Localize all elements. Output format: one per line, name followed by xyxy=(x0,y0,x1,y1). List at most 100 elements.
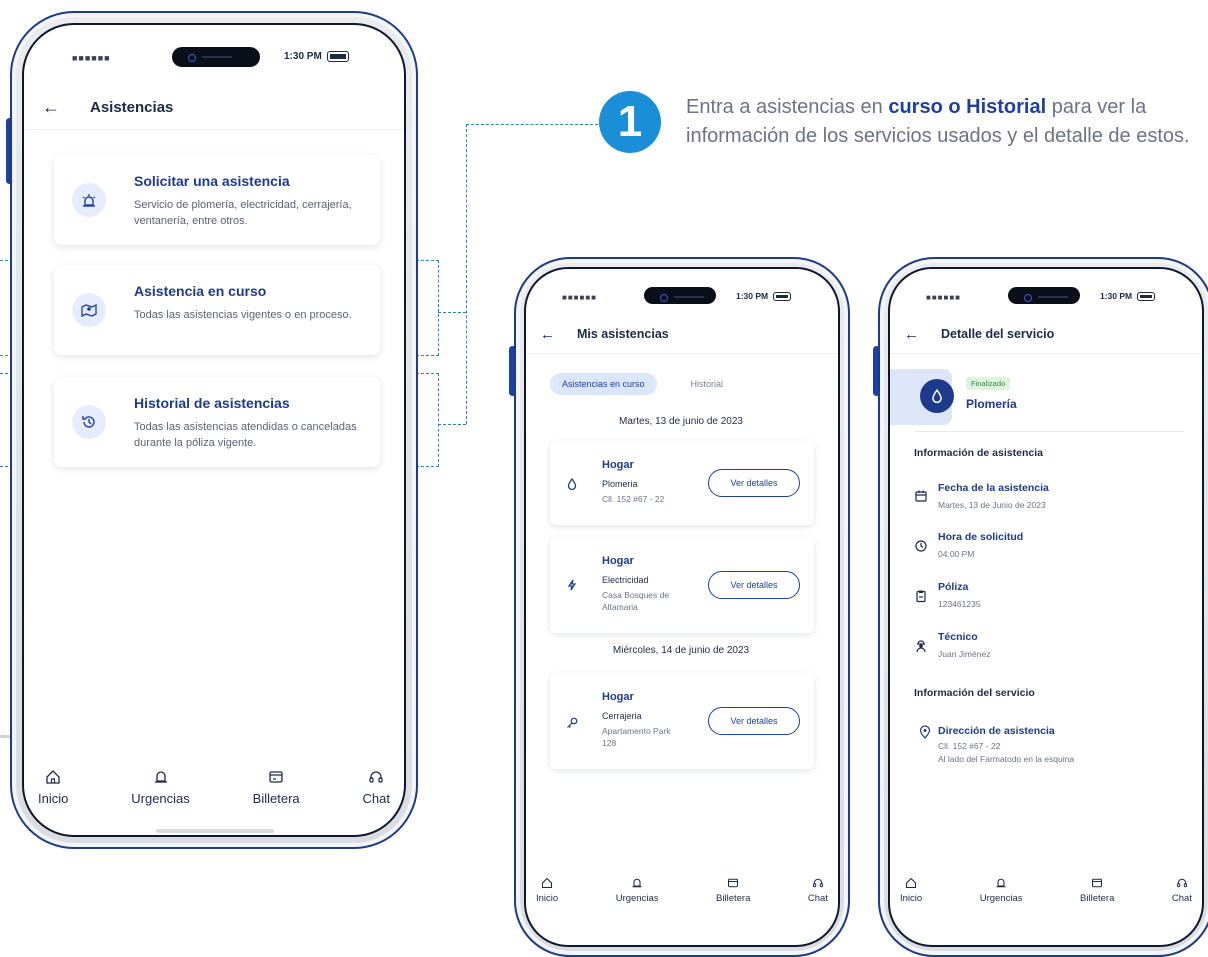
connector-vertical xyxy=(466,124,467,424)
ver-detalles-button[interactable]: Ver detalles xyxy=(708,707,800,735)
field-label: Póliza xyxy=(938,581,969,593)
assistance-card[interactable]: Hogar Electricidad Casa Bosques de Altam… xyxy=(550,537,814,633)
nav-inicio[interactable]: Inicio xyxy=(536,877,558,904)
clipboard-icon xyxy=(916,590,926,603)
drop-icon xyxy=(920,379,954,413)
clock-icon xyxy=(915,540,927,552)
back-arrow-icon[interactable]: ← xyxy=(904,326,919,343)
home-indicator xyxy=(156,829,274,833)
address: Apartamento Park 128 xyxy=(602,726,671,748)
back-arrow-icon[interactable]: ← xyxy=(42,97,60,118)
assistance-card[interactable]: Hogar Cerrajeria Apartamento Park 128 Ve… xyxy=(550,673,814,769)
section-title: Información del servicio xyxy=(914,687,1035,699)
field-value: 123461235 xyxy=(938,599,981,609)
service-header: Finalizado Plomería xyxy=(890,369,1190,425)
technician-icon xyxy=(916,640,926,653)
step-highlight: curso o Historial xyxy=(888,96,1047,118)
connector-top xyxy=(466,124,598,125)
page-title: Mis asistencias xyxy=(577,327,669,341)
category: Hogar xyxy=(602,555,634,567)
field-label: Técnico xyxy=(938,631,978,643)
notch xyxy=(1008,287,1080,304)
date-label: Martes, 13 de junio de 2023 xyxy=(619,416,743,427)
history-icon xyxy=(72,405,106,439)
nav-chat[interactable]: Chat xyxy=(808,877,828,904)
key-icon xyxy=(562,713,582,733)
wallet-icon xyxy=(1092,878,1103,888)
card-solicitar-asistencia[interactable]: Solicitar una asistencia Servicio de plo… xyxy=(54,155,380,245)
nav-urgencias[interactable]: Urgencias xyxy=(131,769,190,806)
nav-billetera[interactable]: Billetera xyxy=(716,877,750,904)
tab-en-curso[interactable]: Asistencias en curso xyxy=(550,373,657,395)
bolt-icon xyxy=(562,575,582,595)
address: Casa Bosques de Altamaria xyxy=(602,590,670,612)
headset-icon xyxy=(369,771,383,783)
siren-icon xyxy=(632,878,642,888)
field-label: Dirección de asistencia xyxy=(938,725,1055,737)
card-description: Todas las asistencias vigentes o en proc… xyxy=(134,309,352,321)
step-description: Entra a asistencias en curso o Historial… xyxy=(686,96,1190,147)
location-pin-icon xyxy=(919,725,931,739)
screen: ■■■■■■ 1:30 PM ← Asistencias Solicitar u… xyxy=(22,23,406,837)
status-badge: Finalizado xyxy=(966,377,1011,390)
header: ← Asistencias xyxy=(24,85,404,130)
divider xyxy=(914,431,1184,432)
card-title: Historial de asistencias xyxy=(134,395,290,411)
home-icon xyxy=(46,770,60,784)
calendar-icon xyxy=(915,490,927,502)
header: ← Detalle del servicio xyxy=(890,315,1202,354)
back-arrow-icon[interactable]: ← xyxy=(540,326,555,343)
service-name: Electricidad xyxy=(602,575,649,585)
step-number-badge: 1 xyxy=(599,91,661,153)
siren-icon xyxy=(72,183,106,217)
bottom-nav: Inicio Urgencias Billetera Chat xyxy=(526,877,838,904)
field-label: Hora de solicitud xyxy=(938,531,1024,543)
battery-icon xyxy=(773,292,792,302)
clock: 1:30 PM xyxy=(736,291,792,302)
tabs: Asistencias en curso Historial xyxy=(550,373,735,395)
nav-urgencias[interactable]: Urgencias xyxy=(980,877,1023,904)
notch xyxy=(172,47,260,67)
drop-icon xyxy=(562,474,582,494)
ver-detalles-button[interactable]: Ver detalles xyxy=(708,469,800,497)
screen: ■■■■■■ 1:30 PM ← Mis asistencias Asisten… xyxy=(524,267,840,947)
nav-chat[interactable]: Chat xyxy=(1172,877,1192,904)
home-icon xyxy=(542,877,553,889)
field-value: 04:00 PM xyxy=(938,549,975,559)
nav-inicio[interactable]: Inicio xyxy=(900,877,922,904)
carrier-signal: ■■■■■■ xyxy=(72,53,111,63)
connector-mid xyxy=(438,312,466,313)
ver-detalles-button[interactable]: Ver detalles xyxy=(708,571,800,599)
connector-bottom xyxy=(438,424,466,425)
card-title: Solicitar una asistencia xyxy=(134,173,290,189)
service-name: Cerrajeria xyxy=(602,711,642,721)
nav-chat[interactable]: Chat xyxy=(363,769,390,806)
assistance-card[interactable]: Hogar Plomeria Cll. 152 #67 - 22 Ver det… xyxy=(550,441,814,525)
nav-billetera[interactable]: Billetera xyxy=(253,769,300,806)
bottom-nav: Inicio Urgencias Billetera Chat xyxy=(890,877,1202,904)
field-value: Cll. 152 #67 - 22 xyxy=(938,741,1001,751)
battery-icon xyxy=(326,51,349,62)
wallet-icon xyxy=(728,878,739,888)
service-name: Plomería xyxy=(966,397,1017,411)
clock: 1:30 PM xyxy=(1100,291,1156,302)
nav-urgencias[interactable]: Urgencias xyxy=(616,877,659,904)
card-historial-asistencias[interactable]: Historial de asistencias Todas las asist… xyxy=(54,377,380,467)
nav-inicio[interactable]: Inicio xyxy=(38,769,68,806)
phone-detalle-servicio: ■■■■■■ 1:30 PM ← Detalle del servicio Fi… xyxy=(878,257,1208,957)
battery-icon xyxy=(1137,292,1156,302)
screen: ■■■■■■ 1:30 PM ← Detalle del servicio Fi… xyxy=(888,267,1204,947)
card-asistencia-en-curso[interactable]: Asistencia en curso Todas las asistencia… xyxy=(54,265,380,355)
section-title: Información de asistencia xyxy=(914,447,1043,459)
field-value: Juan Jiménez xyxy=(938,649,991,659)
nav-billetera[interactable]: Billetera xyxy=(1080,877,1114,904)
card-description: Todas las asistencias atendidas o cancel… xyxy=(134,421,357,449)
headset-icon xyxy=(812,878,823,888)
category: Hogar xyxy=(602,459,634,471)
carrier-signal: ■■■■■■ xyxy=(562,293,597,302)
siren-icon xyxy=(154,771,167,783)
card-description: Servicio de plomería, electricidad, cerr… xyxy=(134,199,352,227)
notch xyxy=(644,287,716,304)
tab-historial[interactable]: Historial xyxy=(679,373,736,395)
category: Hogar xyxy=(602,691,634,703)
